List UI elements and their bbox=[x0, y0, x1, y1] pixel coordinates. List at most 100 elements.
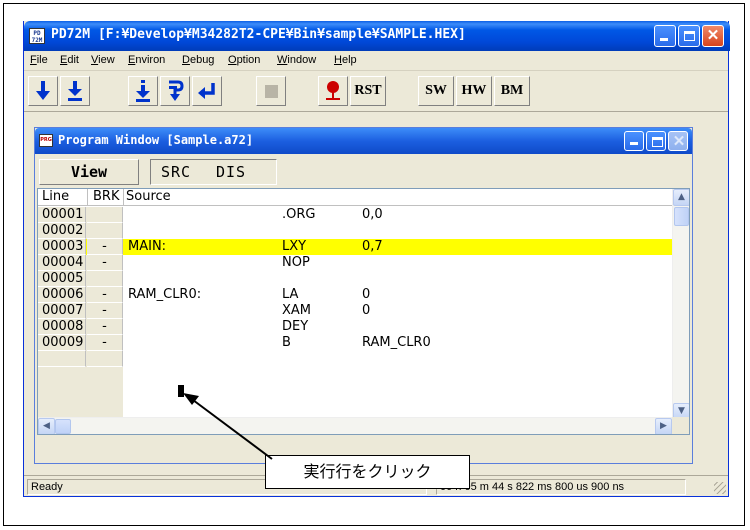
line-number-cell: 00001 bbox=[38, 207, 86, 223]
close-icon: ✕ bbox=[672, 133, 686, 150]
download-to-line-icon bbox=[68, 81, 82, 101]
breakpoint-cell bbox=[87, 351, 123, 367]
menu-view[interactable]: View bbox=[91, 54, 115, 66]
scroll-right-icon[interactable]: ▶ bbox=[655, 418, 672, 434]
return-icon bbox=[198, 83, 215, 99]
horizontal-scroll-thumb[interactable] bbox=[55, 419, 71, 434]
rst-button[interactable]: RST bbox=[350, 76, 386, 106]
line-number-cell: 00004 bbox=[38, 255, 86, 271]
grid-header: Line BRK Source bbox=[38, 189, 672, 206]
table-row[interactable]: 00005 bbox=[38, 271, 672, 287]
breakpoint-cell[interactable]: - bbox=[87, 303, 123, 319]
table-row[interactable]: 00003- MAIN: LXY 0,7 bbox=[38, 239, 672, 255]
mnemonic-cell: B bbox=[282, 335, 291, 350]
sw-label: SW bbox=[425, 83, 447, 98]
breakpoint-cell[interactable] bbox=[87, 223, 123, 239]
app-titlebar[interactable]: PD 72M PD72M [F:¥Develop¥M34282T2-CPE¥Bin… bbox=[24, 21, 730, 51]
table-row bbox=[38, 351, 672, 367]
menu-file[interactable]: File bbox=[30, 54, 48, 66]
mnemonic-cell: LA bbox=[282, 287, 299, 302]
maximize-icon bbox=[652, 137, 663, 147]
stop-button[interactable] bbox=[256, 76, 286, 106]
app-logo-icon: PD 72M bbox=[29, 28, 45, 44]
close-button[interactable]: ✕ bbox=[702, 25, 724, 47]
maximize-icon bbox=[684, 31, 695, 41]
operand-cell: 0 bbox=[362, 287, 371, 302]
annotation-callout: 実行行をクリック bbox=[265, 455, 470, 489]
tab-src[interactable]: SRC bbox=[161, 163, 191, 181]
breakpoint-cell[interactable] bbox=[87, 271, 123, 287]
scroll-up-icon[interactable]: ▲ bbox=[673, 189, 689, 206]
line-number-cell: 00002 bbox=[38, 223, 86, 239]
breakpoint-cell[interactable]: - bbox=[87, 287, 123, 303]
breakpoint-cell[interactable]: - bbox=[87, 335, 123, 351]
download-arrow-icon bbox=[36, 81, 50, 100]
vertical-scroll-thumb[interactable] bbox=[674, 207, 689, 226]
step-into-button[interactable] bbox=[128, 76, 158, 106]
menu-environ[interactable]: Environ bbox=[128, 54, 165, 66]
program-window-titlebar[interactable]: PRG Program Window [Sample.a72] ✕ bbox=[35, 128, 692, 154]
mnemonic-cell: NOP bbox=[282, 255, 310, 270]
column-header-brk[interactable]: BRK bbox=[93, 189, 119, 204]
vertical-scrollbar[interactable]: ▲ ▼ bbox=[672, 189, 689, 420]
column-header-line[interactable]: Line bbox=[42, 189, 69, 204]
column-header-source[interactable]: Source bbox=[126, 189, 171, 204]
table-row[interactable]: 00009- B RAM_CLR0 bbox=[38, 335, 672, 351]
stop-icon bbox=[264, 84, 278, 98]
hw-label: HW bbox=[461, 83, 487, 98]
minimize-button[interactable] bbox=[654, 25, 676, 47]
cursor-icon bbox=[178, 385, 184, 397]
elapsed-time: 00 h 05 m 44 s 822 ms 800 us 900 ns bbox=[436, 479, 686, 495]
table-row[interactable]: 00007- XAM 0 bbox=[38, 303, 672, 319]
program-window: PRG Program Window [Sample.a72] ✕ View S… bbox=[34, 127, 693, 464]
child-maximize-button[interactable] bbox=[646, 131, 666, 151]
menu-option[interactable]: Option bbox=[228, 54, 260, 66]
menu-window[interactable]: Window bbox=[277, 54, 316, 66]
scroll-corner-grip bbox=[672, 417, 689, 434]
menu-bar: File Edit View Environ Debug Option Wind… bbox=[24, 51, 728, 71]
resize-grip-icon[interactable] bbox=[714, 482, 726, 494]
step-over-button[interactable] bbox=[160, 76, 190, 106]
breakpoint-cell[interactable]: - bbox=[87, 255, 123, 271]
tab-dis[interactable]: DIS bbox=[216, 163, 246, 181]
download-button[interactable] bbox=[28, 76, 58, 106]
mnemonic-cell: XAM bbox=[282, 303, 312, 318]
bm-label: BM bbox=[500, 83, 524, 98]
table-row[interactable]: 00008- DEY bbox=[38, 319, 672, 335]
operand-cell: 0 bbox=[362, 303, 371, 318]
maximize-button[interactable] bbox=[678, 25, 700, 47]
breakpoint-cell[interactable]: - bbox=[87, 319, 123, 335]
breakpoint-cell[interactable] bbox=[87, 207, 123, 223]
table-row[interactable]: 00004- NOP bbox=[38, 255, 672, 271]
breakpoint-cell[interactable]: - bbox=[87, 239, 123, 255]
sw-button[interactable]: SW bbox=[418, 76, 454, 106]
source-rows: 00001 .ORG 0,0 00002 00003- MAIN: LXY 0,7 00004-… bbox=[38, 207, 672, 367]
mnemonic-cell: .ORG bbox=[282, 207, 316, 222]
label-cell: MAIN: bbox=[128, 239, 167, 254]
menu-help[interactable]: Help bbox=[334, 54, 357, 66]
program-window-toolbar: View SRC DIS bbox=[35, 154, 692, 186]
app-title: PD72M [F:¥Develop¥M34282T2-CPE¥Bin¥sampl… bbox=[51, 27, 466, 42]
close-icon: ✕ bbox=[706, 27, 720, 44]
table-row[interactable]: 00001 .ORG 0,0 bbox=[38, 207, 672, 223]
label-cell: RAM_CLR0: bbox=[128, 287, 202, 302]
table-row[interactable]: 00002 bbox=[38, 223, 672, 239]
bm-button[interactable]: BM bbox=[494, 76, 530, 106]
download-line-button[interactable] bbox=[60, 76, 90, 106]
return-button[interactable] bbox=[192, 76, 222, 106]
mnemonic-cell: DEY bbox=[282, 319, 309, 334]
view-button[interactable]: View bbox=[39, 159, 139, 185]
line-number-cell: 00006 bbox=[38, 287, 86, 303]
horizontal-scrollbar[interactable]: ◀ ▶ bbox=[38, 417, 672, 434]
menu-edit[interactable]: Edit bbox=[60, 54, 79, 66]
table-row[interactable]: 00006- RAM_CLR0: LA 0 bbox=[38, 287, 672, 303]
program-window-icon: PRG bbox=[39, 134, 53, 147]
break-button[interactable] bbox=[318, 76, 348, 106]
line-number-cell bbox=[38, 351, 86, 367]
operand-cell: RAM_CLR0 bbox=[362, 335, 431, 350]
hw-button[interactable]: HW bbox=[456, 76, 492, 106]
child-minimize-button[interactable] bbox=[624, 131, 644, 151]
line-number-cell: 00008 bbox=[38, 319, 86, 335]
scroll-left-icon[interactable]: ◀ bbox=[38, 418, 55, 434]
menu-debug[interactable]: Debug bbox=[182, 54, 214, 66]
